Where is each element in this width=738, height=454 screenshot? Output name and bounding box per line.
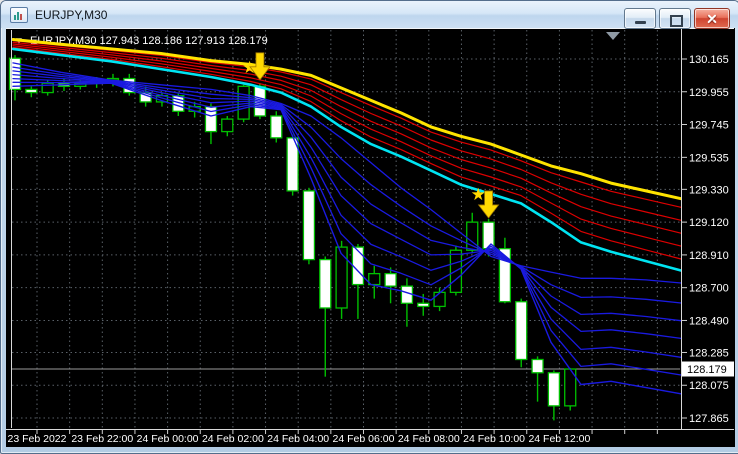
minimize-button[interactable] [624, 8, 656, 29]
close-button[interactable] [694, 8, 730, 29]
restore-button[interactable] [659, 8, 691, 29]
minimize-icon [635, 21, 646, 24]
restore-icon [670, 14, 683, 27]
window-title: EURJPY,M30 [35, 7, 108, 22]
mt4-chart-window: ▼ EURJPY,M30 127.943 128.186 127.913 128… [0, 0, 738, 454]
app-icon [10, 6, 28, 23]
chart-panel[interactable] [6, 28, 735, 447]
